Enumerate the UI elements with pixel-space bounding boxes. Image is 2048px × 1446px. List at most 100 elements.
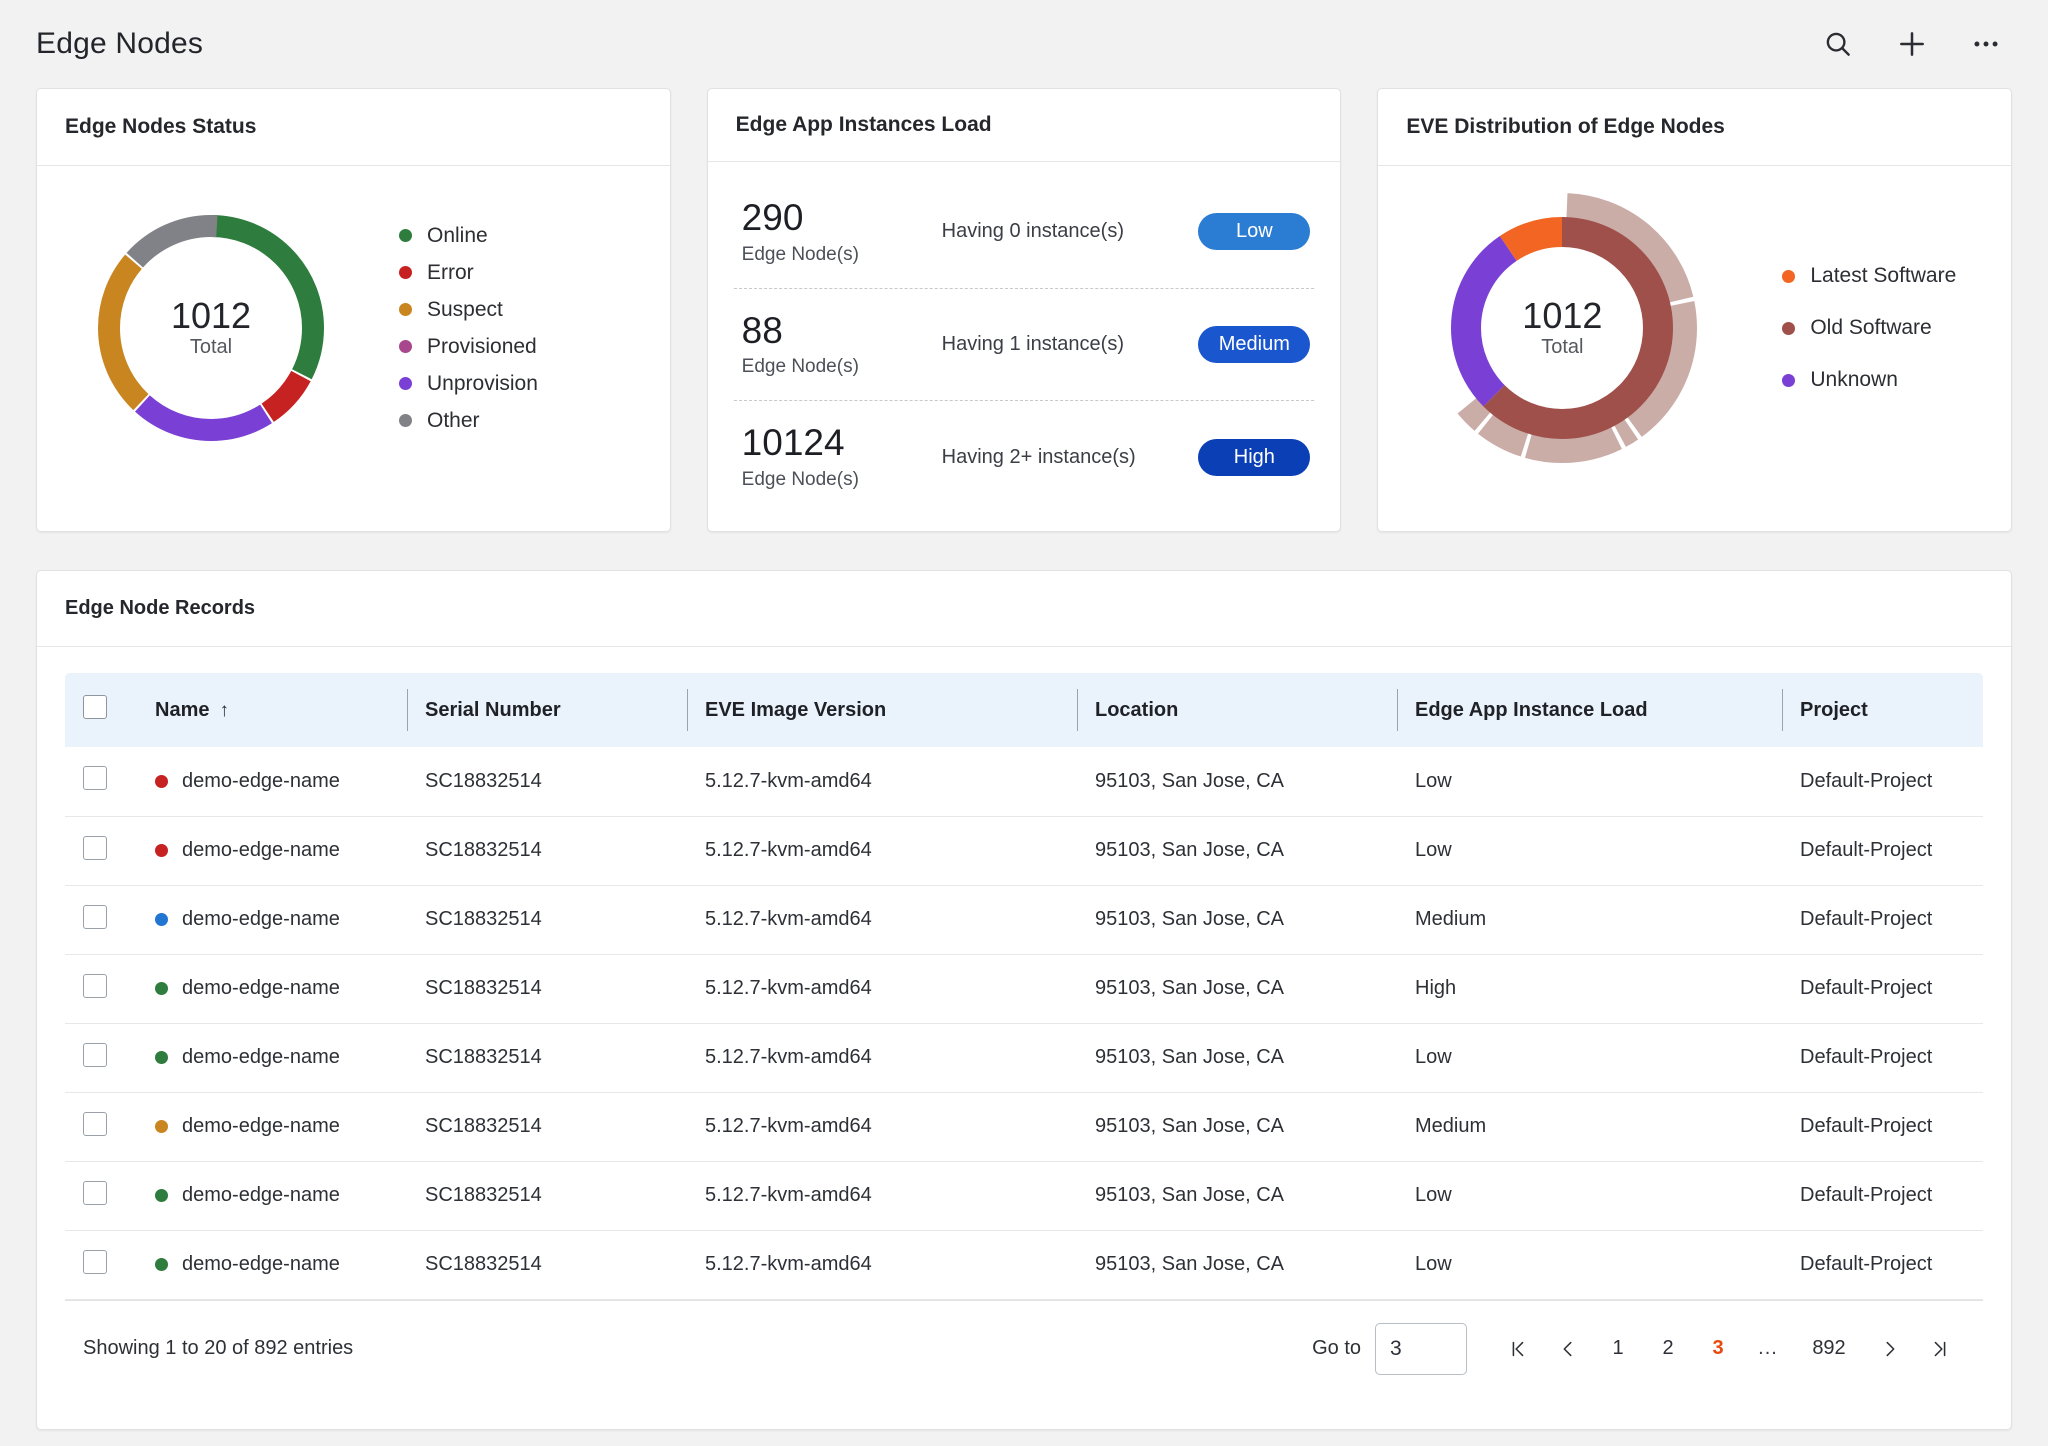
goto-label: Go to: [1312, 1337, 1361, 1360]
cell-load: High: [1397, 954, 1782, 1024]
column-header-project[interactable]: Project: [1782, 673, 1983, 748]
cell-load: Medium: [1397, 885, 1782, 955]
legend-item-unknown[interactable]: Unknown: [1782, 368, 1956, 392]
select-all-header: [65, 673, 137, 748]
cell-project: Default-Project: [1782, 1092, 1983, 1162]
page-button-last[interactable]: 892: [1793, 1327, 1865, 1371]
prev-page-button[interactable]: [1543, 1327, 1593, 1371]
table-row[interactable]: demo-edge-name SC18832514 5.12.7-kvm-amd…: [65, 1230, 1983, 1300]
row-checkbox[interactable]: [83, 1111, 107, 1136]
table-row[interactable]: demo-edge-name SC18832514 5.12.7-kvm-amd…: [65, 885, 1983, 955]
cell-project: Default-Project: [1782, 1023, 1983, 1093]
load-row: 88 Edge Node(s) Having 1 instance(s) Med…: [733, 287, 1315, 401]
cell-location: 95103, San Jose, CA: [1077, 747, 1397, 817]
cell-project: Default-Project: [1782, 885, 1983, 955]
row-select-cell: [65, 885, 137, 955]
column-label: Project: [1800, 698, 1868, 721]
next-page-button[interactable]: [1865, 1327, 1915, 1371]
column-header-eve-image-version[interactable]: EVE Image Version: [687, 673, 1077, 748]
legend-label: Old Software: [1810, 316, 1932, 339]
load-description: Having 1 instance(s): [941, 333, 1124, 356]
legend-item-error[interactable]: Error: [399, 261, 538, 285]
row-checkbox[interactable]: [83, 904, 107, 929]
cell-eve-version: 5.12.7-kvm-amd64: [687, 1092, 1077, 1162]
table-body: demo-edge-name SC18832514 5.12.7-kvm-amd…: [65, 747, 1983, 1300]
legend-item-unprovision[interactable]: Unprovision: [399, 372, 538, 396]
load-count: 88: [741, 309, 783, 351]
row-checkbox[interactable]: [83, 835, 107, 860]
cell-location: 95103, San Jose, CA: [1077, 1023, 1397, 1093]
legend-label: Online: [427, 223, 488, 247]
node-name: demo-edge-name: [182, 1046, 340, 1069]
legend-item-online[interactable]: Online: [399, 224, 538, 248]
legend-item-provisioned[interactable]: Provisioned: [399, 335, 538, 359]
legend-label: Latest Software: [1810, 264, 1957, 287]
legend-item-latest-software[interactable]: Latest Software: [1782, 264, 1956, 288]
table-row[interactable]: demo-edge-name SC18832514 5.12.7-kvm-amd…: [65, 1023, 1983, 1093]
cell-name: demo-edge-name: [137, 747, 407, 817]
table-row[interactable]: demo-edge-name SC18832514 5.12.7-kvm-amd…: [65, 954, 1983, 1024]
cell-serial: SC18832514: [407, 1023, 687, 1093]
page-button-2[interactable]: 2: [1643, 1327, 1693, 1371]
page-button-1[interactable]: 1: [1593, 1327, 1643, 1371]
node-name: demo-edge-name: [182, 1253, 340, 1276]
cell-location: 95103, San Jose, CA: [1077, 885, 1397, 955]
page-ellipsis: ...: [1758, 1337, 1778, 1360]
eve-distribution-card: EVE Distribution of Edge Nodes 1012 Tota…: [1377, 88, 2013, 533]
cell-location: 95103, San Jose, CA: [1077, 954, 1397, 1024]
sort-asc-icon[interactable]: ↑: [219, 700, 229, 721]
eve-donut-svg: [1427, 193, 1698, 463]
load-count-block: 88 Edge Node(s): [741, 309, 938, 379]
cell-name: demo-edge-name: [137, 1161, 407, 1231]
add-icon[interactable]: [1892, 24, 1932, 64]
cell-eve-version: 5.12.7-kvm-amd64: [687, 1161, 1077, 1231]
cell-serial: SC18832514: [407, 1092, 687, 1162]
legend-label: Other: [427, 408, 480, 432]
legend-item-old-software[interactable]: Old Software: [1782, 316, 1956, 340]
row-select-cell: [65, 1161, 137, 1231]
goto-page-input[interactable]: [1375, 1322, 1467, 1375]
table-row[interactable]: demo-edge-name SC18832514 5.12.7-kvm-amd…: [65, 747, 1983, 817]
column-header-edge-app-instance-load[interactable]: Edge App Instance Load: [1397, 673, 1782, 748]
cell-eve-version: 5.12.7-kvm-amd64: [687, 885, 1077, 955]
first-page-button[interactable]: [1493, 1327, 1543, 1371]
cell-serial: SC18832514: [407, 816, 687, 886]
edge-nodes-status-title: Edge Nodes Status: [37, 89, 670, 166]
load-badge-high: High: [1198, 438, 1311, 476]
pagination: Go to 1 2 3 ... 892: [1312, 1322, 1965, 1375]
legend-dot-icon: [1782, 373, 1796, 387]
page-button-3-active[interactable]: 3: [1693, 1327, 1743, 1371]
last-page-button[interactable]: [1915, 1327, 1965, 1371]
row-checkbox[interactable]: [83, 1249, 107, 1274]
column-label: Name: [155, 698, 210, 721]
column-label: Location: [1095, 698, 1179, 721]
table-row[interactable]: demo-edge-name SC18832514 5.12.7-kvm-amd…: [65, 816, 1983, 886]
row-select-cell: [65, 1023, 137, 1093]
column-header-serial-number[interactable]: Serial Number: [407, 673, 687, 748]
cell-serial: SC18832514: [407, 1161, 687, 1231]
records-table-wrapper: Name ↑ Serial Number EVE Image Version Lo…: [37, 647, 2011, 1300]
load-count: 290: [741, 197, 804, 238]
row-checkbox[interactable]: [83, 1042, 107, 1067]
table-row[interactable]: demo-edge-name SC18832514 5.12.7-kvm-amd…: [65, 1092, 1983, 1162]
more-icon[interactable]: [1966, 24, 2006, 64]
select-all-checkbox[interactable]: [83, 695, 107, 720]
row-checkbox[interactable]: [83, 1180, 107, 1205]
row-checkbox[interactable]: [83, 973, 107, 998]
table-row[interactable]: demo-edge-name SC18832514 5.12.7-kvm-amd…: [65, 1161, 1983, 1231]
legend-label: Suspect: [427, 297, 503, 321]
load-description: Having 0 instance(s): [941, 220, 1124, 243]
node-name: demo-edge-name: [182, 908, 340, 931]
cell-eve-version: 5.12.7-kvm-amd64: [687, 1023, 1077, 1093]
column-header-name[interactable]: Name ↑: [137, 673, 407, 748]
search-icon[interactable]: [1818, 24, 1858, 64]
column-header-location[interactable]: Location: [1077, 673, 1397, 748]
legend-item-other[interactable]: Other: [399, 409, 538, 433]
legend-dot-icon: [1782, 321, 1796, 335]
legend-item-suspect[interactable]: Suspect: [399, 298, 538, 322]
load-unit: Edge Node(s): [741, 243, 859, 265]
cell-location: 95103, San Jose, CA: [1077, 816, 1397, 886]
eve-distribution-title: EVE Distribution of Edge Nodes: [1378, 89, 2012, 166]
row-checkbox[interactable]: [83, 766, 107, 791]
eve-distribution-body: 1012 Total Latest Software Old Software: [1378, 166, 2011, 498]
